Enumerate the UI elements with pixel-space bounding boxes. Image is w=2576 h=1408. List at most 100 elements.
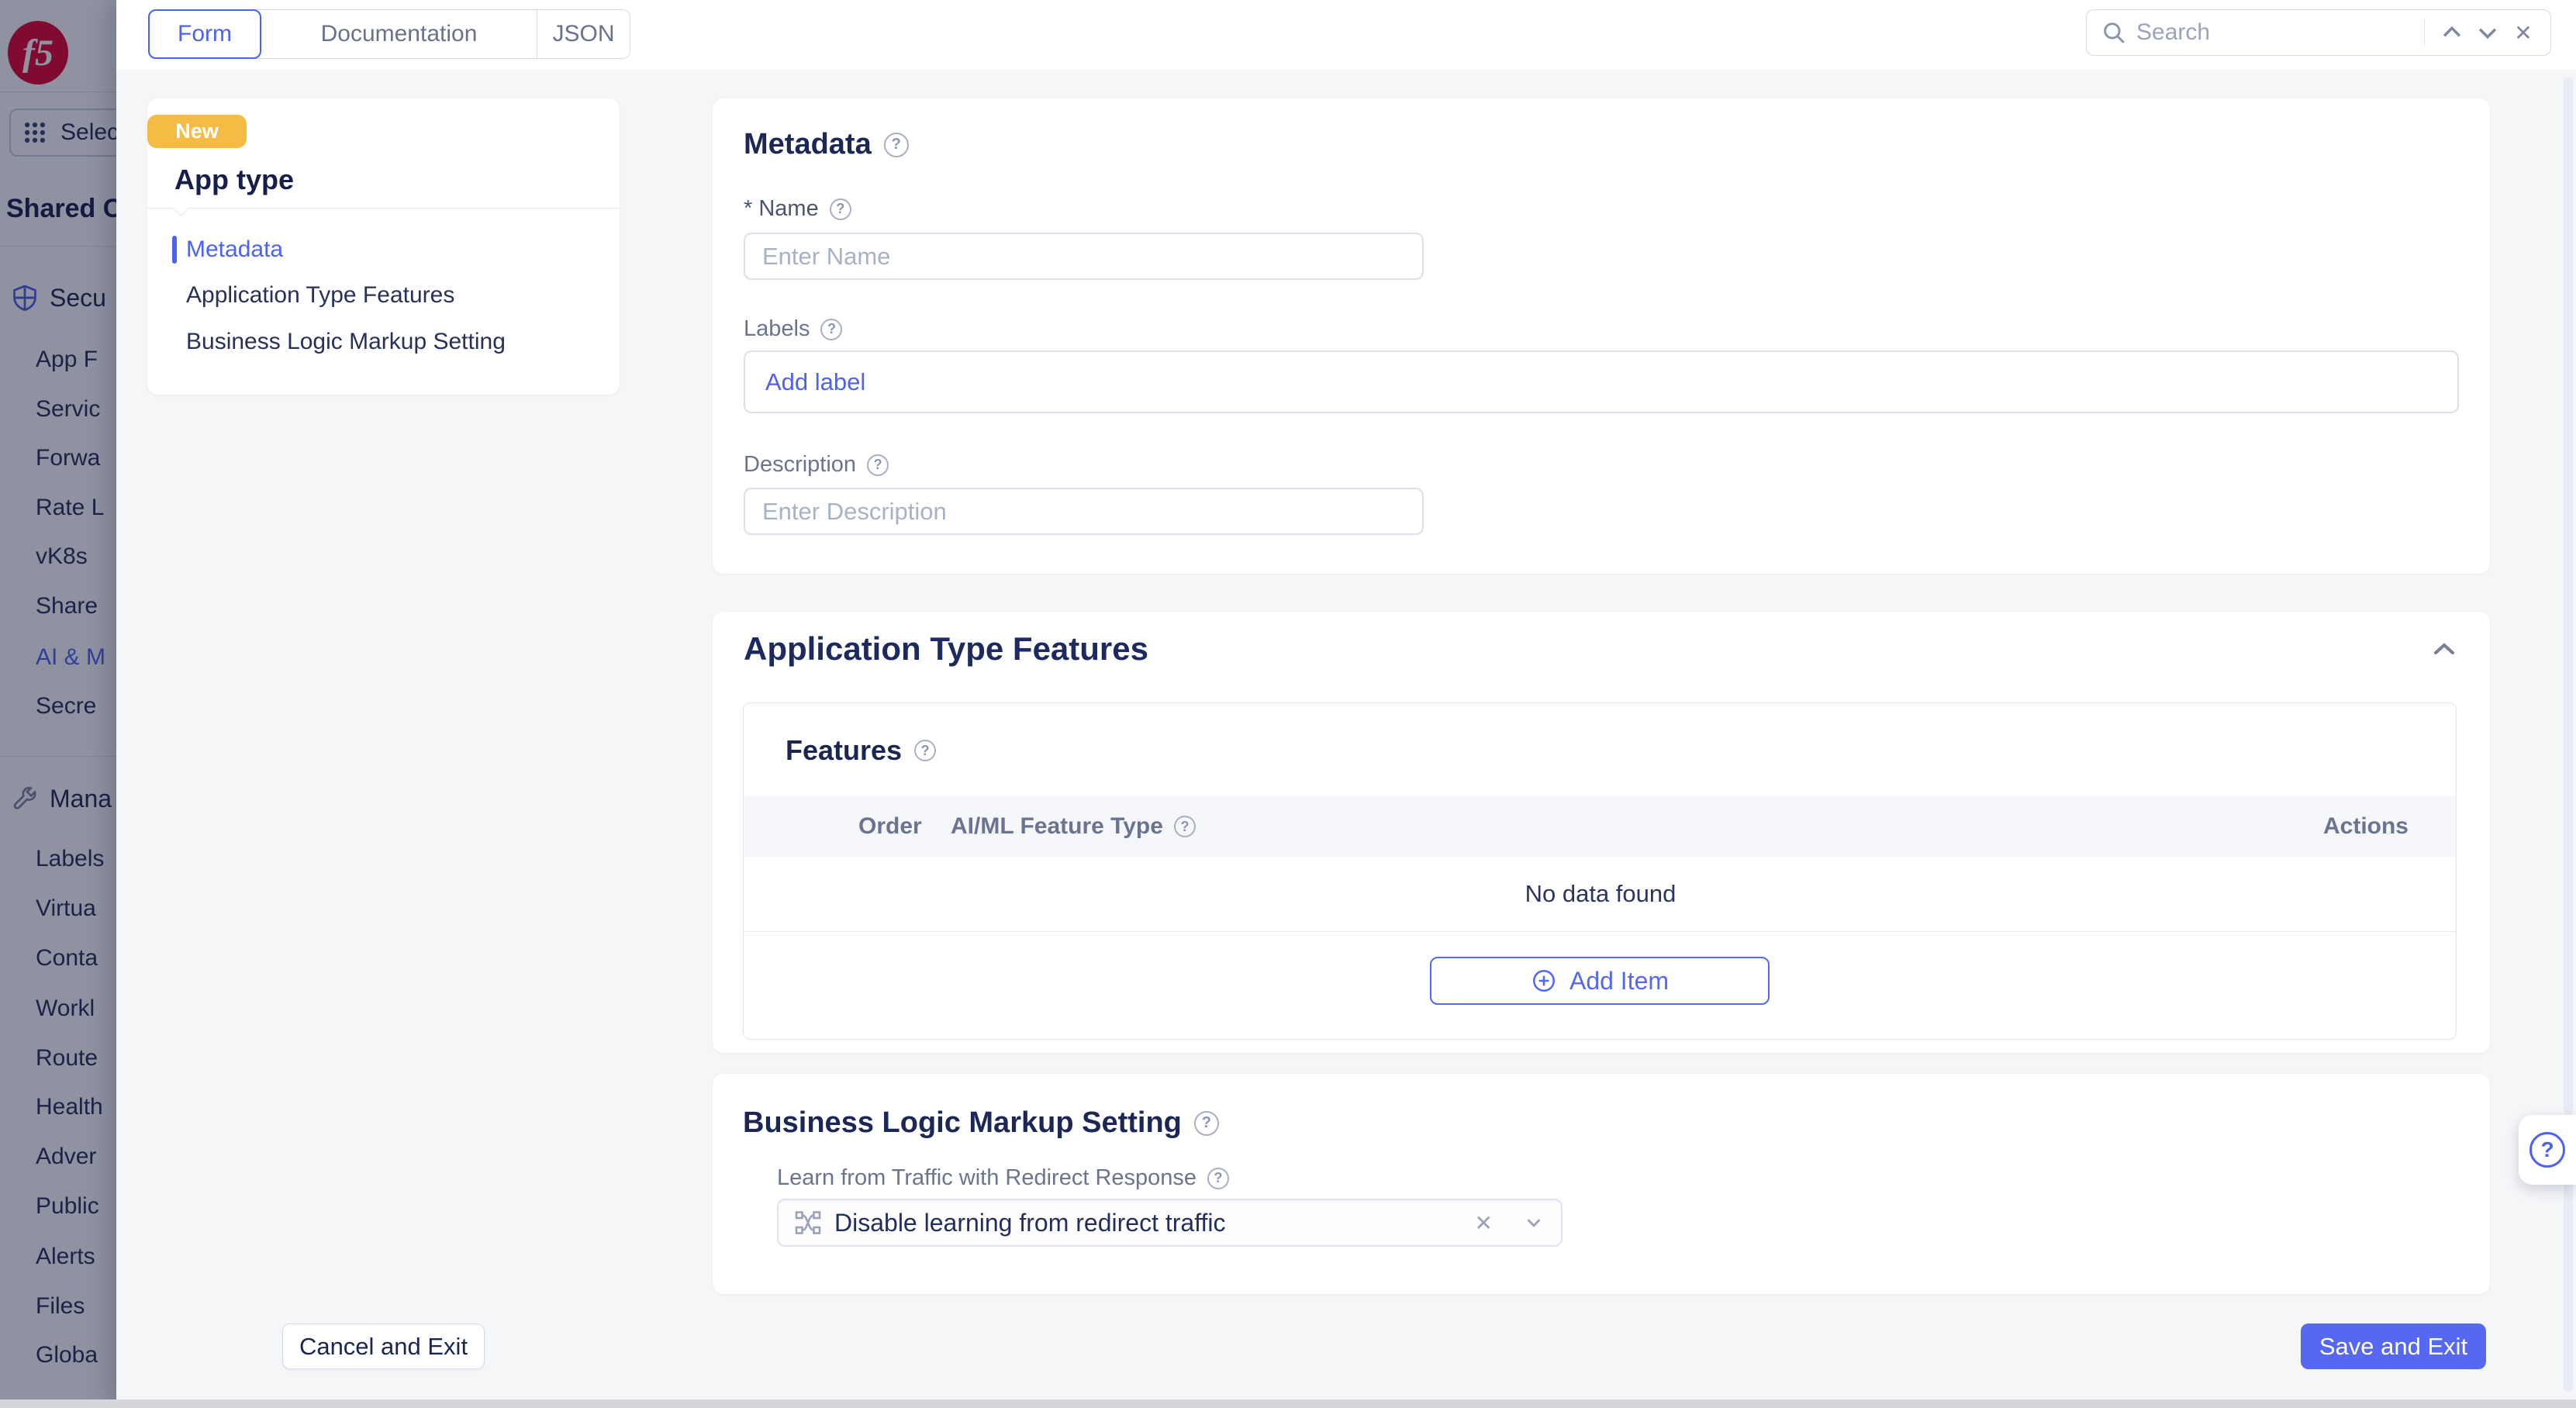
labels-label-row: Labels ? [744,316,842,342]
name-label: * Name [744,196,819,222]
business-logic-section: Business Logic Markup Setting ? Learn fr… [713,1074,2490,1294]
features-table-header: Order AI/ML Feature Type ? Actions [744,796,2457,857]
labels-box: Add label [744,350,2459,413]
redirect-response-label-row: Learn from Traffic with Redirect Respons… [777,1165,1229,1191]
name-field[interactable] [744,233,1424,280]
sidebar-item-label: Secre [36,693,96,720]
description-label: Description [744,452,856,478]
sidebar-item[interactable]: Servic [0,394,116,425]
sidebar-item[interactable]: Health [0,1092,116,1123]
modal-header: Form Documentation JSON ✕ [116,0,2576,70]
tab-json[interactable]: JSON [537,10,630,58]
sidebar-item[interactable]: Adver [0,1141,116,1172]
sidebar-item[interactable]: Files [0,1291,116,1322]
sidebar-item[interactable]: Alerts [0,1241,116,1272]
f5-logo-text: f5 [22,32,54,74]
sidebar-item[interactable]: Share [0,591,116,622]
cancel-button-label: Cancel and Exit [299,1333,468,1361]
vertical-scrollbar[interactable] [2564,78,2573,1392]
help-icon[interactable]: ? [884,133,909,157]
help-icon[interactable]: ? [830,198,851,220]
wizard-step-business-logic[interactable]: Business Logic Markup Setting [147,326,620,357]
f5-logo: f5 [8,21,68,85]
search-bar: ✕ [2086,9,2551,56]
wizard-step-application-type-features[interactable]: Application Type Features [147,280,620,311]
sidebar-item-active[interactable]: AI & M [0,642,116,673]
sidebar-divider [0,756,116,757]
add-item-label: Add Item [1569,967,1669,996]
help-icon[interactable]: ? [1174,816,1196,837]
sidebar-section-label: Mana [50,785,112,813]
help-icon[interactable]: ? [1207,1168,1229,1189]
add-label-button[interactable]: Add label [765,368,865,396]
help-icon[interactable]: ? [914,740,936,761]
cancel-and-exit-button[interactable]: Cancel and Exit [282,1323,485,1369]
close-icon[interactable]: ✕ [2510,19,2536,46]
sidebar-item[interactable]: Route [0,1043,116,1074]
chevron-up-icon[interactable] [2439,19,2465,46]
save-button-label: Save and Exit [2319,1333,2467,1361]
sidebar-item[interactable]: Public [0,1191,116,1222]
sidebar-item-label: Health [36,1094,103,1120]
sidebar-item[interactable]: Workl [0,993,116,1024]
help-icon[interactable]: ? [820,319,842,340]
labels-label: Labels [744,316,810,342]
sidebar-item-label: Conta [36,945,98,971]
sidebar-item-label: Servic [36,396,100,423]
chevron-down-icon[interactable] [1522,1211,1545,1234]
clear-selection-icon[interactable]: ✕ [1475,1210,1493,1236]
metadata-title: Metadata [744,128,872,161]
select-workspace-button[interactable]: Select [9,109,116,157]
search-input[interactable] [2136,19,2410,46]
sidebar-item[interactable]: Virtua [0,893,116,924]
help-float-button[interactable]: ? [2519,1115,2576,1185]
sidebar-item-label: AI & M [36,644,105,671]
sidebar-item-label: Globa [36,1342,98,1368]
sidebar-item[interactable]: Conta [0,943,116,974]
sidebar-item[interactable]: App F [0,344,116,375]
name-label-row: * Name ? [744,196,851,222]
workspace-title: Shared C [6,194,116,224]
sidebar-item[interactable]: Secre [0,691,116,722]
add-item-button[interactable]: Add Item [1430,957,1770,1005]
description-label-row: Description ? [744,452,889,478]
save-and-exit-button[interactable]: Save and Exit [2301,1323,2486,1369]
tab-label: Form [178,21,232,47]
tab-form[interactable]: Form [148,9,261,59]
help-icon[interactable]: ? [867,454,889,476]
metadata-title-row: Metadata ? [744,128,909,161]
shield-icon [11,284,39,312]
empty-table-message: No data found [744,857,2457,931]
sidebar-item-label: Public [36,1193,99,1220]
features-panel: Features ? Order AI/ML Feature Type ? Ac… [743,702,2457,1040]
wizard-step-metadata[interactable]: Metadata [147,234,620,265]
description-field[interactable] [744,488,1424,535]
sidebar-item[interactable]: Forwa [0,443,116,474]
help-icon: ? [2529,1132,2565,1168]
sidebar-item-label: Alerts [36,1244,95,1270]
business-logic-title: Business Logic Markup Setting [743,1106,1182,1140]
chevron-down-icon[interactable] [2474,19,2501,46]
sidebar-section-manage[interactable]: Mana [0,783,116,814]
sidebar-item-label: Share [36,593,98,619]
help-icon[interactable]: ? [1194,1111,1219,1136]
tab-documentation[interactable]: Documentation [261,10,537,58]
sidebar-item[interactable]: Rate L [0,492,116,523]
wizard-divider [147,208,620,209]
features-panel-title: Features [786,734,902,767]
features-panel-title-row: Features ? [786,734,936,767]
app-type-modal: Form Documentation JSON ✕ New App type M… [116,0,2576,1408]
sidebar-section-security[interactable]: Secu [0,282,116,313]
sidebar-item[interactable]: vK8s [0,541,116,572]
redirect-response-select[interactable]: Disable learning from redirect traffic ✕ [777,1199,1563,1247]
sidebar-item-label: Files [36,1293,85,1320]
sidebar-item[interactable]: Globa [0,1340,116,1371]
view-tabs: Form Documentation JSON [148,9,630,59]
search-divider [2424,19,2425,47]
collapse-section-icon[interactable] [2433,641,2456,657]
column-feature-type: AI/ML Feature Type ? [951,796,1196,857]
wizard-divider-notch [173,200,189,216]
sidebar-item-label: Route [36,1045,98,1072]
sidebar-item-label: Forwa [36,445,100,471]
sidebar-item[interactable]: Labels [0,844,116,875]
